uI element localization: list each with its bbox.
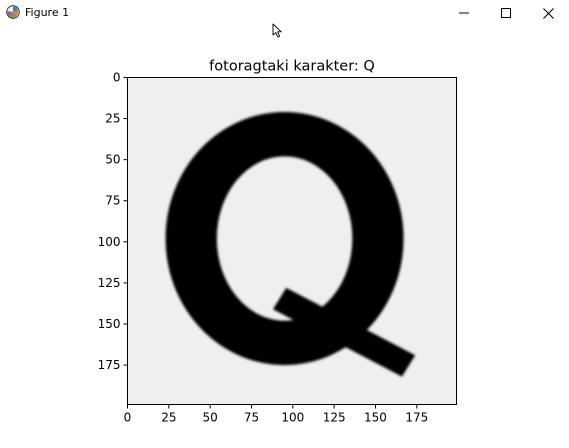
y-tick-label: 25 [105,112,120,126]
y-tick-label: 125 [98,276,121,290]
y-tick-label: 150 [98,317,121,331]
y-axis-ticks: 0 25 50 75 100 125 150 175 [98,71,128,372]
x-tick-label: 100 [281,411,304,425]
minimize-button[interactable] [443,0,485,26]
x-tick-label: 25 [161,411,176,425]
x-tick-label: 150 [364,411,387,425]
x-axis-ticks: 0 25 50 75 100 125 150 175 [124,404,428,425]
maximize-icon [501,8,511,18]
y-tick-label: 75 [105,194,120,208]
y-tick-label: 50 [105,153,120,167]
window-title: Figure 1 [25,6,70,19]
close-icon [542,7,554,19]
x-tick-label: 0 [124,411,132,425]
y-tick-label: 0 [113,71,121,85]
window-titlebar[interactable]: Figure 1 [0,0,569,26]
maximize-button[interactable] [485,0,527,26]
figure-canvas[interactable]: fotoragtaki karakter: Q 0 25 50 75 100 125 150… [0,26,569,448]
minimize-icon [459,12,469,14]
chart-title: fotoragtaki karakter: Q [209,59,375,75]
y-tick-label: 175 [98,358,121,372]
x-tick-label: 125 [323,411,346,425]
x-tick-label: 175 [405,411,428,425]
axes-area[interactable] [127,77,457,405]
matplotlib-logo-icon [6,5,20,19]
close-button[interactable] [527,0,569,26]
x-tick-label: 75 [244,411,259,425]
x-tick-label: 50 [203,411,218,425]
y-tick-label: 100 [98,235,121,249]
